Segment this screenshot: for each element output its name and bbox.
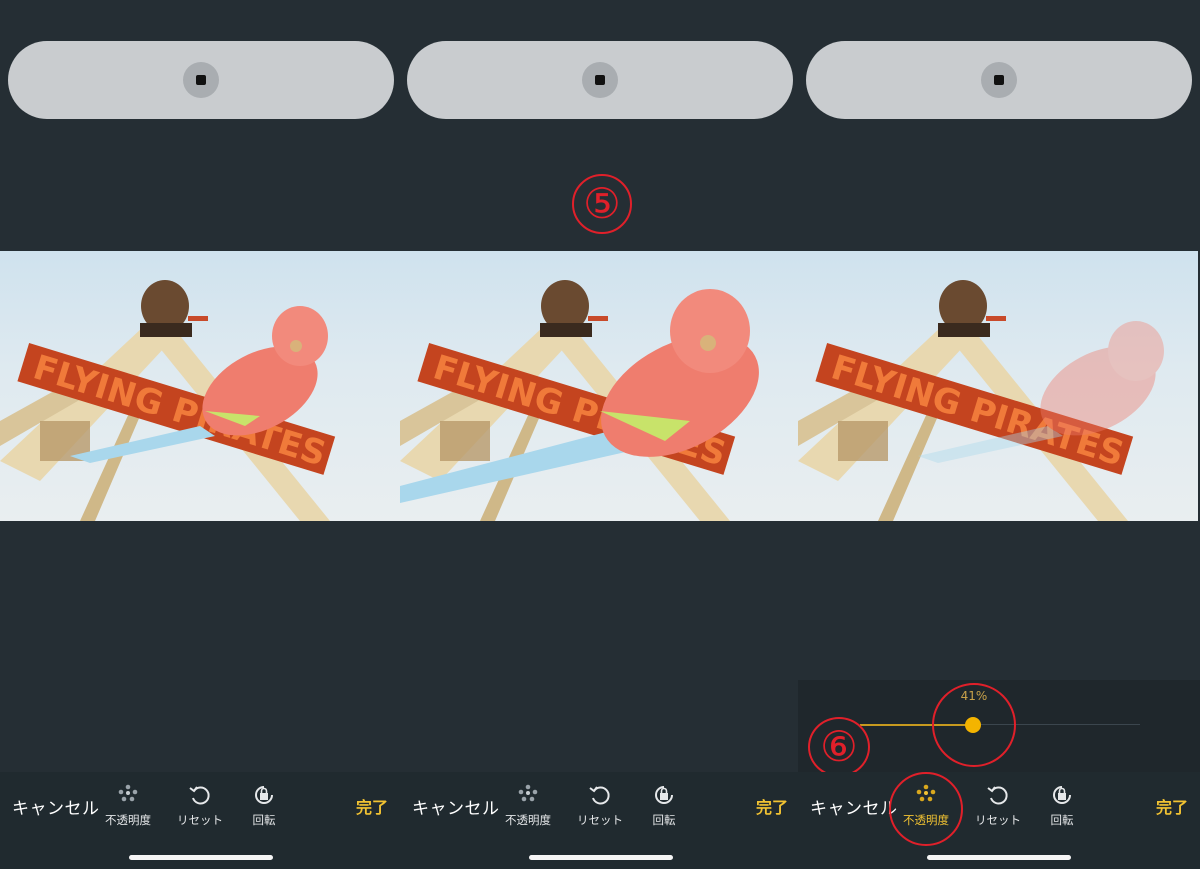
rotate-label: 回転 — [1050, 813, 1074, 827]
photo-panel-2[interactable]: FLYING PIRATES — [400, 251, 800, 521]
reset-tool[interactable]: リセット — [570, 782, 630, 828]
dynamic-island-1 — [8, 41, 394, 119]
reset-label: リセット — [177, 813, 223, 827]
camera-dot-icon — [183, 62, 219, 98]
opacity-tool[interactable]: 不透明度 — [98, 782, 158, 828]
rotate-tool[interactable]: 回転 — [234, 782, 294, 828]
dynamic-island-3 — [806, 41, 1192, 119]
rotate-tool[interactable]: 回転 — [1032, 782, 1092, 828]
opacity-label: 不透明度 — [105, 813, 151, 827]
rotate-ccw-icon — [987, 786, 1008, 805]
reset-tool[interactable]: リセット — [170, 782, 230, 828]
lock-rotate-icon — [1053, 786, 1071, 804]
bottom-toolbar-1: キャンセル 不透明度 リセット 回転 完了 — [0, 772, 400, 869]
pirate-figure — [938, 280, 1006, 337]
camera-dot-icon — [582, 62, 618, 98]
dynamic-island-2 — [407, 41, 793, 119]
reset-label: リセット — [975, 813, 1021, 827]
lock-rotate-icon — [255, 786, 273, 804]
slider-highlight-circle — [932, 683, 1016, 767]
camera-dot-icon — [981, 62, 1017, 98]
cancel-button[interactable]: キャンセル — [810, 794, 898, 819]
rotate-label: 回転 — [252, 813, 276, 827]
pirate-figure — [540, 280, 608, 337]
bottom-toolbar-2: キャンセル 不透明度 リセット 回転 完了 — [400, 772, 800, 869]
photo-panel-1[interactable]: FLYING PIRATES — [0, 251, 400, 521]
opacity-tool-highlight-circle — [889, 772, 963, 846]
rotate-label: 回転 — [652, 813, 676, 827]
lock-rotate-icon — [655, 786, 673, 804]
done-button[interactable]: 完了 — [756, 794, 788, 818]
home-indicator[interactable] — [129, 855, 273, 860]
dots-cluster-icon — [518, 784, 538, 802]
rotate-tool[interactable]: 回転 — [634, 782, 694, 828]
rotate-ccw-icon — [189, 786, 210, 805]
home-indicator[interactable] — [927, 855, 1071, 860]
dots-cluster-icon — [118, 784, 138, 802]
rotate-ccw-icon — [589, 786, 610, 805]
cancel-button[interactable]: キャンセル — [412, 794, 500, 819]
opacity-tool[interactable]: 不透明度 — [498, 782, 558, 828]
bottom-toolbar-3: キャンセル 不透明度 リセット 回転 完了 — [798, 772, 1200, 869]
cancel-button[interactable]: キャンセル — [12, 794, 100, 819]
opacity-label: 不透明度 — [505, 813, 551, 827]
reset-label: リセット — [577, 813, 623, 827]
reset-tool[interactable]: リセット — [968, 782, 1028, 828]
done-button[interactable]: 完了 — [1156, 794, 1188, 818]
step5-label: ⑤ — [583, 179, 621, 228]
photo-panel-3[interactable]: FLYING PIRATES — [798, 251, 1198, 521]
pirate-figure — [140, 280, 208, 337]
home-indicator[interactable] — [529, 855, 673, 860]
step6-label: ⑥ — [820, 722, 858, 771]
done-button[interactable]: 完了 — [356, 794, 388, 818]
